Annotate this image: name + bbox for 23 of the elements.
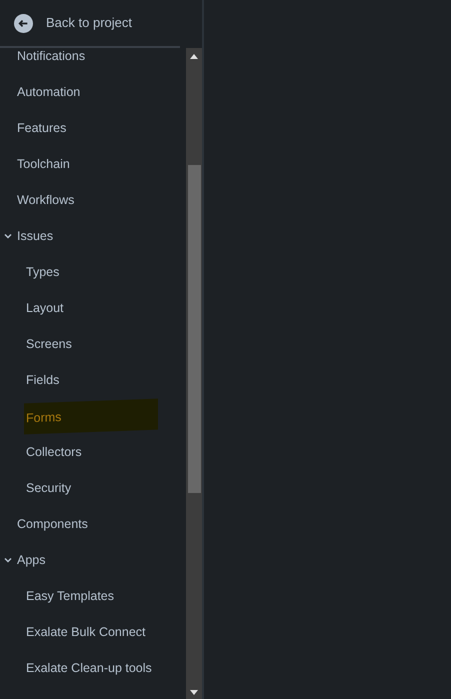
scroll-up-icon[interactable]: [190, 54, 198, 59]
nav-item[interactable]: Notifications: [15, 48, 88, 72]
nav-item[interactable]: Components: [15, 508, 90, 540]
nav-item[interactable]: Toolchain: [15, 148, 72, 180]
nav-item[interactable]: Easy Templates: [24, 580, 116, 612]
nav-item[interactable]: Collectors: [24, 436, 84, 468]
nav-item[interactable]: Forms: [24, 398, 158, 434]
nav-item[interactable]: Automation: [15, 76, 82, 108]
nav-item[interactable]: Exalate Clean-up tools: [24, 652, 154, 684]
nav-item[interactable]: Security: [24, 472, 74, 504]
scrollbar[interactable]: [186, 48, 202, 699]
nav-item[interactable]: Exalate Bulk Connect: [24, 616, 148, 648]
nav-item[interactable]: Workflows: [15, 184, 76, 216]
nav-item[interactable]: Fields: [24, 364, 62, 396]
nav-item[interactable]: Features: [15, 112, 68, 144]
nav-item[interactable]: Issues: [15, 220, 56, 252]
back-link[interactable]: Back to project: [0, 0, 180, 48]
scroll-down-icon[interactable]: [190, 690, 198, 695]
nav-item[interactable]: Screens: [24, 328, 74, 360]
nav-item[interactable]: Apps: [15, 544, 48, 576]
nav-item[interactable]: Layout: [24, 292, 66, 324]
nav-item[interactable]: Types: [24, 256, 62, 288]
scrollbar-thumb[interactable]: [188, 165, 200, 493]
